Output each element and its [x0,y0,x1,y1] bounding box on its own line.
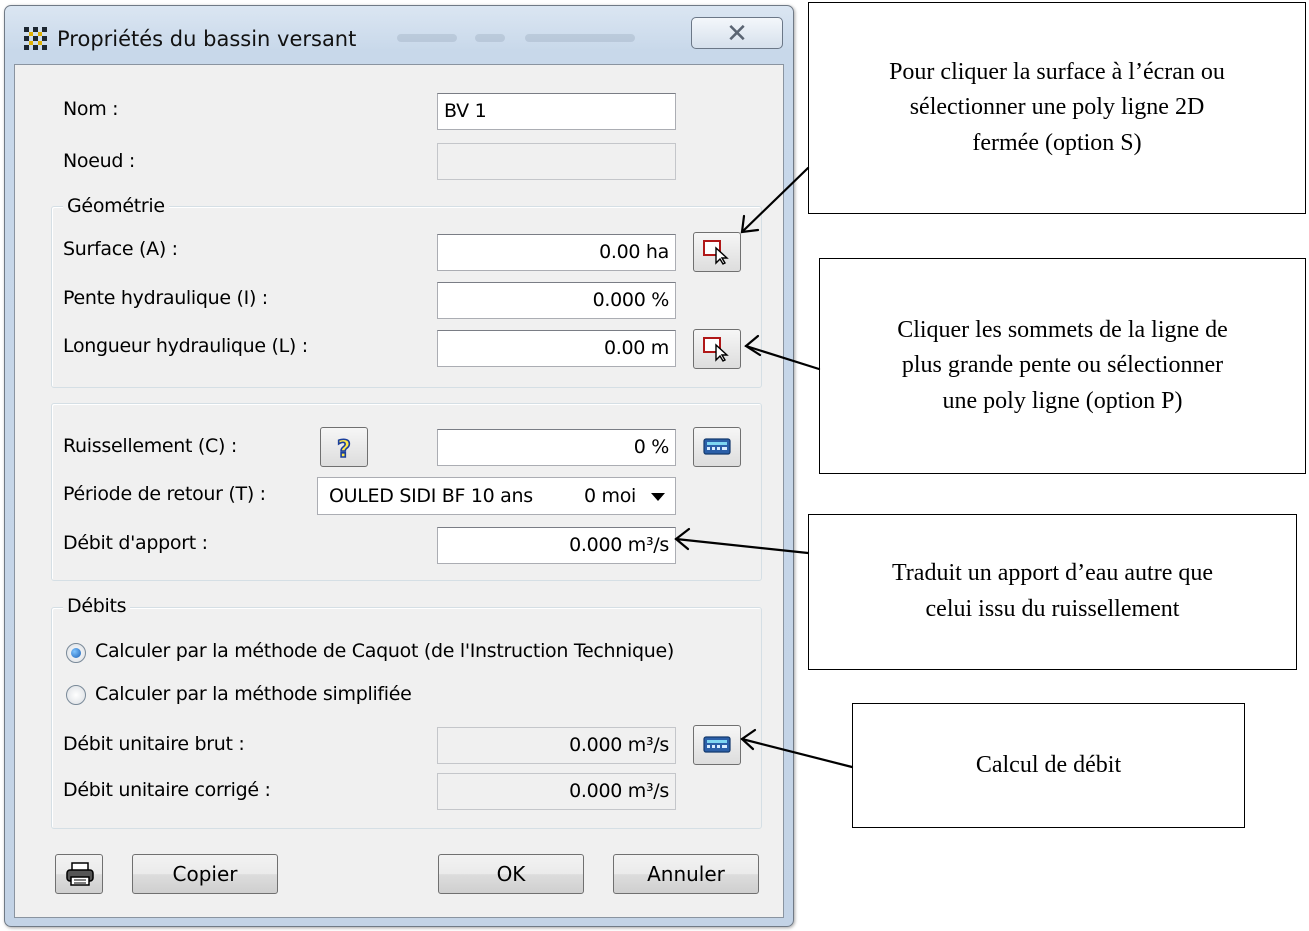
corrige-label: Débit unitaire corrigé : [63,779,271,801]
brut-field: 0.000 m³/s [437,727,676,764]
callout-apport: Traduit un apport d’eau autre que celui … [808,514,1297,670]
longueur-field[interactable]: 0.00 m [437,330,676,367]
ok-button[interactable]: OK [438,854,584,894]
callout-text-line: Cliquer les sommets de la ligne de [897,316,1228,343]
app-grid-icon [24,27,47,50]
longueur-label: Longueur hydraulique (L) : [63,335,308,357]
pick-on-screen-icon [703,337,729,362]
debit-calc-button[interactable] [693,725,741,765]
periode-selected-value: OULED SIDI BF 10 ans [329,485,533,507]
annuler-button[interactable]: Annuler [613,854,759,894]
window-title: Propriétés du bassin versant [57,27,357,51]
caquot-radio[interactable] [66,643,86,663]
title-bar[interactable]: Propriétés du bassin versant ✕ [5,6,793,64]
callout-text-line: Traduit un apport d’eau autre que [891,560,1214,587]
background-blur [397,34,457,42]
ruissellement-field[interactable]: 0 % [437,429,676,466]
surface-label: Surface (A) : [63,238,178,260]
ruissellement-label: Ruissellement (C) : [63,435,237,457]
close-icon: ✕ [726,18,748,48]
callout-surface: Pour cliquer la surface à l’écran ou sél… [808,2,1306,214]
noeud-field [437,143,676,180]
noeud-label: Noeud : [63,150,135,172]
simplifiee-radio[interactable] [66,685,86,705]
callout-calcul: Calcul de débit [852,703,1245,828]
background-blur [475,34,505,42]
calculator-icon [703,736,731,753]
apport-label: Débit d'apport : [63,532,208,554]
calculator-icon [703,438,731,455]
dialog-window: Propriétés du bassin versant ✕ Nom : BV … [4,5,794,927]
svg-text:?: ? [337,435,351,462]
pente-field[interactable]: 0.000 % [437,282,676,319]
chevron-down-icon [651,493,665,501]
corrige-field: 0.000 m³/s [437,773,676,810]
pick-longueur-button[interactable] [693,329,741,369]
close-button[interactable]: ✕ [691,17,783,49]
caquot-radio-label[interactable]: Calculer par la méthode de Caquot (de l'… [95,640,674,662]
periode-label: Période de retour (T) : [63,483,266,505]
callout-text-line: fermée (option S) [972,129,1142,156]
background-blur [525,34,635,42]
callout-text-line: celui issu du ruissellement [925,596,1180,622]
dialog-client-area: Nom : BV 1 Noeud : Géométrie Surface (A)… [14,64,784,918]
simplifiee-radio-label[interactable]: Calculer par la méthode simplifiée [95,683,412,705]
callout-text-line: sélectionner une poly ligne 2D [909,94,1205,121]
periode-select[interactable]: OULED SIDI BF 10 ans 0 moi [317,477,676,515]
pente-label: Pente hydraulique (I) : [63,287,268,309]
pick-surface-button[interactable] [693,232,741,272]
geometrie-group-title: Géométrie [63,195,169,217]
callout-text-line: Calcul de débit [975,751,1122,778]
ruissellement-help-button[interactable]: ? [320,427,368,467]
brut-label: Débit unitaire brut : [63,733,245,755]
nom-label: Nom : [63,98,119,120]
nom-field[interactable]: BV 1 [437,93,676,130]
surface-field[interactable]: 0.00 ha [437,234,676,271]
print-button[interactable] [55,854,103,894]
apport-field[interactable]: 0.000 m³/s [437,527,676,564]
debits-group-title: Débits [63,595,131,617]
periode-selected-extra: 0 moi [584,485,637,507]
pick-on-screen-icon [703,240,729,265]
ruissellement-calc-button[interactable] [693,427,741,467]
callout-text-line: plus grande pente ou sélectionner [901,352,1224,379]
printer-icon [66,862,94,886]
copier-button[interactable]: Copier [132,854,278,894]
callout-text-line: une poly ligne (option P) [942,387,1183,414]
callout-longueur: Cliquer les sommets de la ligne de plus … [819,258,1306,474]
question-mark-icon: ? [336,434,352,462]
callout-text-line: Pour cliquer la surface à l’écran ou [889,58,1225,85]
